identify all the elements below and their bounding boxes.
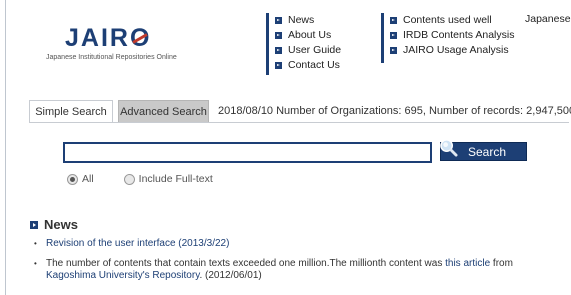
tab-simple-search[interactable]: Simple Search	[29, 100, 113, 123]
nav-label: Contents used well	[403, 14, 492, 26]
nav-label: JAIRO Usage Analysis	[403, 44, 509, 56]
language-link[interactable]: Japanese	[525, 13, 571, 25]
nav-label: About Us	[288, 29, 332, 41]
radio-fulltext-label: Include Full-text	[138, 173, 213, 185]
news-heading: News	[30, 217, 78, 232]
arrow-bullet-icon	[275, 62, 282, 69]
nav-item-usage-analysis[interactable]: JAIRO Usage Analysis	[390, 43, 514, 58]
search-icon	[440, 139, 458, 157]
radio-fulltext[interactable]	[123, 173, 135, 185]
news-link-ui-revision[interactable]: Revision of the user interface (2013/3/2…	[46, 238, 229, 251]
arrow-bullet-icon	[390, 47, 397, 54]
radio-all[interactable]	[67, 173, 78, 185]
news-body: The number of contents that contain text…	[46, 257, 446, 269]
arrow-bullet-icon	[390, 17, 397, 24]
list-item: • The number of contents that contain te…	[34, 258, 554, 283]
nav-primary: News About Us User Guide Contact Us	[266, 13, 341, 75]
news-text: The number of contents that contain text…	[46, 258, 554, 283]
record-stats: 2018/08/10 Number of Organizations: 695,…	[218, 105, 571, 117]
arrow-bullet-icon	[275, 32, 282, 39]
arrow-bullet-icon	[390, 32, 397, 39]
nav-secondary: Contents used well IRDB Contents Analysi…	[381, 13, 514, 63]
tab-advanced-search[interactable]: Advanced Search	[118, 100, 209, 123]
news-list: • Revision of the user interface (2013/3…	[34, 238, 554, 290]
list-item: • Revision of the user interface (2013/3…	[34, 238, 554, 251]
bullet-dot-icon: •	[34, 258, 37, 268]
nav-label: User Guide	[288, 44, 342, 56]
logo-subtitle: Japanese Institutional Repositories Onli…	[46, 54, 177, 61]
nav-item-user-guide[interactable]: User Guide	[275, 43, 341, 58]
news-heading-label: News	[44, 217, 78, 232]
search-scope-options: All Include Full-text	[67, 173, 213, 185]
nav-item-about[interactable]: About Us	[275, 28, 341, 43]
arrow-bullet-icon	[30, 220, 38, 229]
nav-item-contact[interactable]: Contact Us	[275, 58, 341, 73]
news-body: from	[490, 257, 513, 269]
search-button-label: Search	[467, 144, 506, 159]
search-input[interactable]	[63, 142, 432, 163]
bullet-dot-icon: •	[34, 239, 37, 248]
search-button[interactable]: Search	[440, 139, 527, 161]
nav-item-contents-used[interactable]: Contents used well	[390, 13, 514, 28]
nav-label: IRDB Contents Analysis	[403, 29, 515, 41]
nav-item-irdb-analysis[interactable]: IRDB Contents Analysis	[390, 28, 514, 43]
arrow-bullet-icon	[275, 17, 282, 24]
radio-all-label: All	[82, 173, 94, 185]
logo-wordmark: JAIRO	[65, 24, 152, 52]
nav-label: News	[288, 14, 315, 26]
news-link-article[interactable]: this article	[445, 258, 490, 269]
nav-label: Contact Us	[288, 59, 340, 71]
arrow-bullet-icon	[275, 47, 282, 54]
nav-item-news[interactable]: News	[275, 13, 341, 28]
news-body: . (2012/06/01)	[199, 270, 262, 281]
news-link-kagoshima[interactable]: Kagoshima University's Repository	[46, 270, 199, 281]
site-logo[interactable]: JAIRO Japanese Institutional Repositorie…	[46, 24, 206, 62]
